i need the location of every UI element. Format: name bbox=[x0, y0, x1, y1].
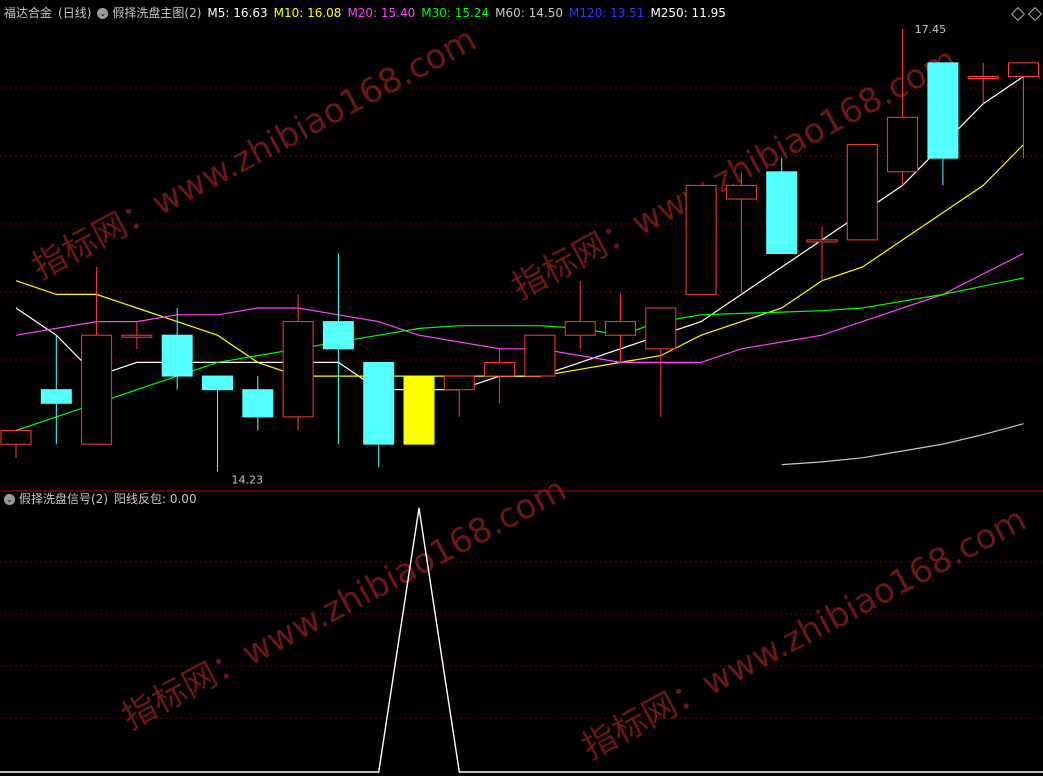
main-panel-header: 福达合金 (日线) ⌄ 假择洗盘主图(2) M5: 16.63 M10: 16.… bbox=[4, 5, 732, 21]
candle-body bbox=[202, 375, 233, 391]
candle-body bbox=[645, 307, 677, 350]
candle-body bbox=[605, 321, 636, 336]
candle[interactable] bbox=[282, 294, 314, 431]
candle[interactable] bbox=[927, 62, 959, 186]
candle-body bbox=[766, 171, 798, 254]
candle[interactable] bbox=[806, 226, 838, 281]
signal-panel-header: ⌄ 假择洗盘信号(2) 阳线反包: 0.00 bbox=[4, 491, 203, 507]
ma-line-m250 bbox=[781, 423, 1024, 466]
candle[interactable] bbox=[685, 184, 717, 295]
signal-indicator-name[interactable]: 假择洗盘信号(2) bbox=[19, 491, 108, 507]
signal-value-label: 阳线反包: 0.00 bbox=[114, 492, 197, 506]
signal-line bbox=[0, 507, 1043, 773]
candle-body bbox=[1008, 62, 1039, 77]
candle-body bbox=[524, 334, 556, 377]
ma-legend-m120: M120: 13.51 bbox=[568, 6, 645, 20]
candle[interactable] bbox=[363, 361, 395, 468]
candle-body bbox=[161, 334, 193, 377]
candle-body bbox=[564, 321, 596, 336]
ma-legend-m5: M5: 16.63 bbox=[207, 6, 268, 20]
candle-body bbox=[363, 361, 395, 445]
candle[interactable] bbox=[564, 280, 596, 349]
high-price-label: 17.45 bbox=[915, 23, 947, 36]
candle[interactable] bbox=[161, 307, 193, 390]
candle[interactable] bbox=[1008, 62, 1039, 159]
candle[interactable] bbox=[40, 335, 72, 445]
indicator-menu-icon[interactable]: ⌄ bbox=[97, 7, 109, 19]
candle[interactable] bbox=[81, 267, 113, 445]
signal-series bbox=[0, 507, 1043, 773]
candle-body bbox=[242, 389, 274, 418]
watermark-text: 指标网：www.zhibiao168.com bbox=[505, 39, 963, 308]
ma-legend-m250: M250: 11.95 bbox=[650, 6, 726, 20]
candle-body bbox=[0, 430, 32, 445]
ma-legend-m20: M20: 15.40 bbox=[347, 6, 416, 20]
candle[interactable] bbox=[322, 253, 354, 445]
candle[interactable] bbox=[725, 171, 757, 295]
low-price-label: 14.23 bbox=[232, 473, 264, 486]
candle-body bbox=[806, 239, 838, 243]
candle-body bbox=[322, 321, 354, 350]
watermark-text: 指标网：www.zhibiao168.com bbox=[25, 19, 483, 288]
indicator-menu-icon[interactable]: ⌄ bbox=[4, 493, 15, 505]
candle-body bbox=[685, 184, 717, 295]
candle-body bbox=[887, 116, 919, 173]
candle[interactable] bbox=[403, 375, 435, 445]
candle-body bbox=[282, 321, 314, 418]
candle-body bbox=[403, 375, 435, 445]
ma-legend-m10: M10: 16.08 bbox=[273, 6, 342, 20]
watermark-text: 指标网：www.zhibiao168.com bbox=[115, 469, 573, 738]
main-indicator-name[interactable]: 假择洗盘主图(2) bbox=[112, 5, 201, 21]
candle[interactable] bbox=[846, 144, 878, 241]
chart-canvas: 指标网：www.zhibiao168.com 指标网：www.zhibiao168… bbox=[0, 19, 1043, 773]
candle[interactable] bbox=[524, 334, 556, 377]
candle[interactable] bbox=[202, 375, 233, 472]
candle[interactable] bbox=[443, 375, 475, 417]
candle-body bbox=[967, 75, 999, 79]
ma-legend-m60: M60: 14.50 bbox=[495, 6, 563, 20]
candle[interactable] bbox=[967, 62, 999, 104]
instrument-name: 福达合金 bbox=[4, 6, 53, 20]
watermark-layer: 指标网：www.zhibiao168.com 指标网：www.zhibiao168… bbox=[25, 19, 1033, 768]
candle-body bbox=[81, 334, 113, 445]
period-label: (日线) bbox=[58, 6, 92, 20]
candle-body bbox=[846, 144, 878, 241]
candle-body bbox=[40, 389, 72, 404]
candle[interactable] bbox=[484, 348, 516, 404]
candle[interactable] bbox=[766, 158, 798, 254]
candle-body bbox=[484, 361, 516, 377]
candle[interactable] bbox=[242, 376, 274, 431]
candle[interactable] bbox=[0, 430, 32, 458]
candle-body bbox=[121, 334, 153, 338]
candle-body bbox=[725, 184, 757, 200]
candle-body bbox=[927, 62, 959, 159]
candle-body bbox=[443, 375, 475, 391]
candle[interactable] bbox=[121, 321, 153, 349]
ma-legend-m30: M30: 15.24 bbox=[421, 6, 490, 20]
watermark-text: 指标网：www.zhibiao168.com bbox=[575, 499, 1033, 768]
